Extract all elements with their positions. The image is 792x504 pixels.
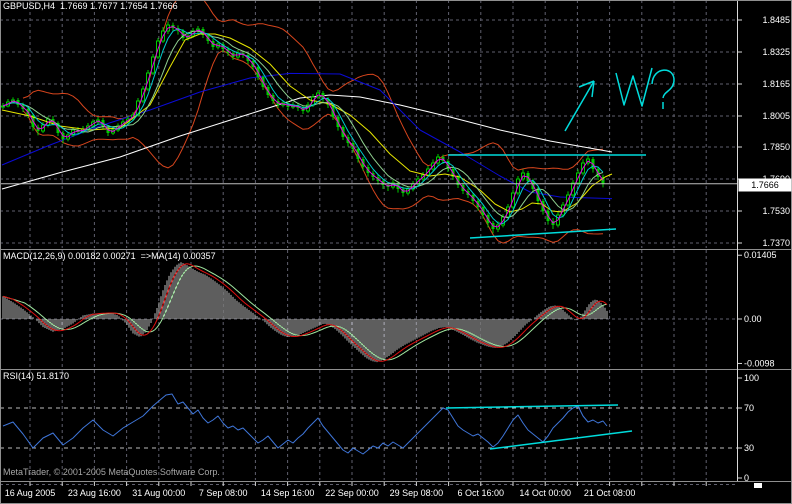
current-price-tag: 1.7666 [738, 178, 792, 192]
gridlines [0, 0, 737, 485]
bollinger-band [22, 0, 604, 244]
time-axis-label: 31 Aug 00:00 [132, 488, 185, 498]
time-axis-label: 14 Sep 16:00 [261, 488, 315, 498]
macd-axis-label: -0.0098 [744, 358, 775, 368]
candle [1, 105, 5, 108]
slow-moving-averages [1, 72, 613, 200]
chart-title: GBPUSD,H4 1.7669 1.7677 1.7654 1.7666 [3, 1, 178, 11]
axis-marker [754, 483, 762, 488]
price-axis-label: 1.8325 [762, 47, 790, 57]
rsi-panel [2, 393, 633, 455]
price-axis-label: 1.8485 [762, 15, 790, 25]
macd-panel [2, 262, 608, 363]
time-axis-label: 6 Oct 16:00 [458, 488, 505, 498]
price-axis-label: 1.8005 [762, 111, 790, 121]
price-axis-label: 1.7850 [762, 142, 790, 152]
time-axis-label: 29 Sep 08:00 [390, 488, 444, 498]
macd-indicator-label: MACD(12,26,9) 0.00182 0.00271 =>MA(14) 0… [3, 251, 216, 261]
chart-window: 1.84851.83251.81651.80051.78501.76901.75… [0, 0, 792, 504]
price-axis-label: 1.7530 [762, 206, 790, 216]
watermark: MetaTrader, © 2001-2005 MetaQuotes Softw… [3, 467, 220, 477]
macd-axis-label: 0.00 [744, 314, 762, 324]
fast-moving-averages [1, 26, 613, 228]
time-axis-label: 14 Oct 00:00 [519, 488, 571, 498]
time-axis-label: 22 Sep 00:00 [325, 488, 379, 498]
rsi-indicator-label: RSI(14) 51.8170 [3, 371, 70, 381]
price-axis-label: 1.8165 [762, 79, 790, 89]
time-axis-label: 21 Oct 08:00 [584, 488, 636, 498]
time-axis-label: 7 Sep 08:00 [199, 488, 248, 498]
price-tag-value: 1.7666 [751, 180, 779, 190]
rsi-axis-label: 30 [744, 443, 754, 453]
price-axis-label: 1.7370 [762, 238, 790, 248]
time-axis-label: 23 Aug 16:00 [68, 488, 121, 498]
rsi-axis-label: 100 [744, 373, 759, 383]
time-axis-label: 16 Aug 2005 [5, 488, 56, 498]
macd-axis-label: 0.01405 [744, 250, 777, 260]
rsi-axis-label: 70 [744, 403, 754, 413]
